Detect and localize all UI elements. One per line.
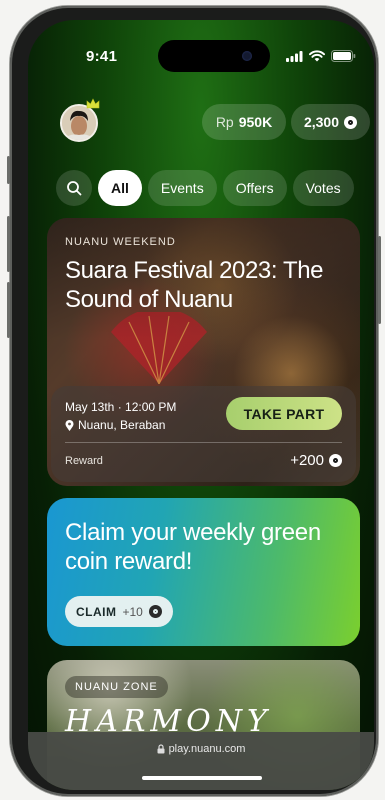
wifi-icon: [309, 50, 325, 62]
coins-pill[interactable]: 2,300: [291, 104, 370, 140]
coins-value: 2,300: [303, 114, 340, 130]
location-pin-icon: [65, 419, 74, 431]
camera-icon: [242, 51, 252, 61]
screen: 9:41 Rp 950K 2,300 All Events Offers Vot…: [28, 20, 374, 790]
balance-value: 950K: [238, 114, 273, 130]
volume-down-button: [7, 282, 10, 338]
url-display: play.nuanu.com: [28, 743, 374, 755]
event-location: Nuanu, Beraban: [65, 418, 165, 432]
take-part-button[interactable]: TAKE PART: [226, 397, 342, 430]
event-info-panel: May 13th · 12:00 PM Nuanu, Beraban TAKE …: [51, 386, 356, 482]
url-text: play.nuanu.com: [168, 743, 246, 755]
crown-icon: [86, 98, 100, 109]
event-reward-value: +200: [290, 452, 324, 469]
zone-tag: NUANU ZONE: [65, 676, 168, 698]
avatar[interactable]: [60, 104, 98, 142]
search-button[interactable]: [56, 170, 92, 206]
lock-icon: [157, 744, 165, 754]
event-title: Suara Festival 2023: The Sound of Nuanu: [65, 257, 324, 313]
event-divider: [65, 442, 342, 443]
claim-reward-card[interactable]: Claim your weekly green coin reward! CLA…: [47, 498, 360, 646]
coin-icon: [329, 454, 342, 467]
power-button: [378, 236, 381, 324]
event-location-text: Nuanu, Beraban: [78, 418, 166, 432]
claim-amount: +10: [122, 604, 143, 619]
search-icon: [67, 181, 82, 196]
claim-button-label: CLAIM: [76, 604, 117, 619]
claim-title: Claim your weekly green coin reward!: [65, 519, 321, 575]
status-bar: 9:41: [28, 20, 374, 80]
battery-icon: [331, 50, 356, 62]
phone-frame: 9:41 Rp 950K 2,300 All Events Offers Vot…: [7, 6, 381, 796]
balance-pill[interactable]: Rp 950K: [202, 104, 286, 140]
tab-all[interactable]: All: [98, 170, 142, 206]
claim-button[interactable]: CLAIM +10: [65, 596, 173, 627]
dynamic-island: [158, 40, 270, 72]
volume-up-button: [7, 216, 10, 272]
browser-url-bar[interactable]: play.nuanu.com: [28, 732, 374, 790]
signal-icon: [286, 50, 303, 62]
tab-votes[interactable]: Votes: [292, 170, 354, 206]
coin-icon: [344, 115, 358, 129]
avatar-image: [62, 106, 96, 140]
status-time: 9:41: [86, 48, 118, 65]
coin-icon: [148, 605, 162, 618]
event-reward: +200: [290, 452, 342, 469]
event-card[interactable]: NUANU WEEKEND Suara Festival 2023: The S…: [47, 218, 360, 486]
filter-tabs: All Events Offers Votes: [56, 170, 354, 206]
event-kicker: NUANU WEEKEND: [65, 236, 176, 248]
action-button: [7, 156, 10, 184]
status-icons: [286, 50, 356, 62]
tab-events[interactable]: Events: [147, 170, 217, 206]
tab-offers[interactable]: Offers: [222, 170, 287, 206]
balance-currency: Rp: [215, 114, 234, 130]
home-indicator[interactable]: [142, 776, 262, 780]
event-date: May 13th · 12:00 PM: [65, 400, 177, 414]
event-reward-label: Reward: [65, 455, 103, 467]
